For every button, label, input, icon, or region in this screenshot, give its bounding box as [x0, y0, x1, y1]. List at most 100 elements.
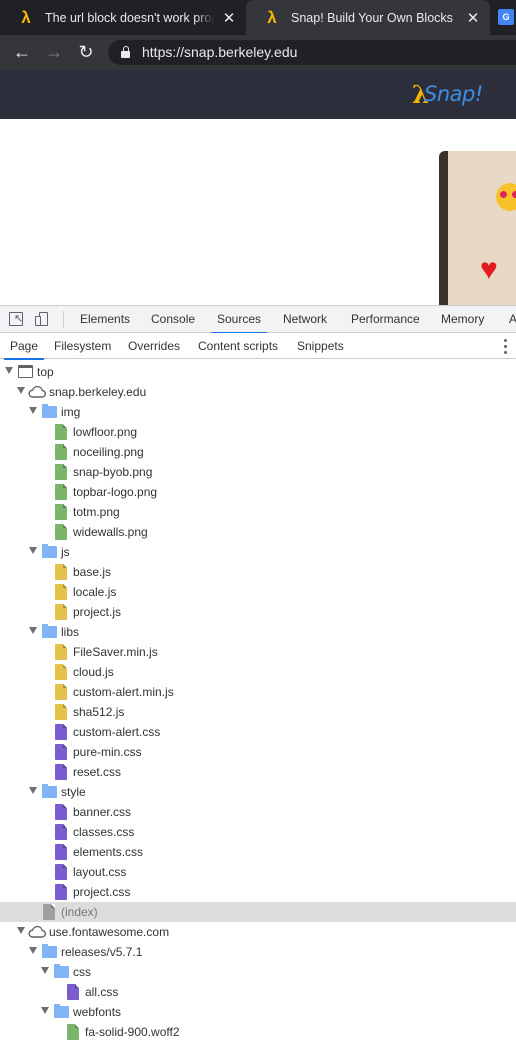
tree-item-file[interactable]: project.js: [0, 602, 516, 622]
tree-item-file[interactable]: topbar-logo.png: [0, 482, 516, 502]
inspect-element-icon[interactable]: [9, 312, 23, 326]
tree-item-file[interactable]: reset.css: [0, 762, 516, 782]
tab-elements[interactable]: Elements: [80, 306, 130, 333]
tree-item-label: use.fontawesome.com: [49, 925, 170, 939]
tree-item-file[interactable]: widewalls.png: [0, 522, 516, 542]
expand-arrow-icon[interactable]: [17, 387, 25, 394]
tab-sources[interactable]: Sources: [210, 306, 268, 334]
tree-item-top[interactable]: top: [0, 362, 516, 382]
tree-item-file[interactable]: snap-byob.png: [0, 462, 516, 482]
tree-item-label: layout.css: [73, 865, 127, 879]
tree-item-file[interactable]: project.css: [0, 882, 516, 902]
tree-item-folder[interactable]: img: [0, 402, 516, 422]
tree-item-folder[interactable]: webfonts: [0, 1002, 516, 1022]
expand-arrow-icon[interactable]: [41, 1007, 49, 1014]
tree-item-file[interactable]: lowfloor.png: [0, 422, 516, 442]
tab-overrides[interactable]: Overrides: [128, 333, 180, 359]
address-bar[interactable]: https://snap.berkeley.edu: [108, 40, 516, 65]
tree-item-label: sha512.js: [73, 705, 125, 719]
cloud-icon: [28, 386, 46, 398]
tree-item-file[interactable]: all.css: [0, 982, 516, 1002]
browser-tab-url-block[interactable]: λ The url block doesn't work properly ✕: [0, 0, 246, 35]
browser-tab-snap[interactable]: λ Snap! Build Your Own Blocks ✕: [246, 0, 490, 35]
tab-network[interactable]: Network: [283, 306, 327, 333]
tree-item-label: img: [61, 405, 81, 419]
tree-item-file[interactable]: FileSaver.min.js: [0, 642, 516, 662]
tree-item-index[interactable]: (index): [0, 902, 516, 922]
expand-arrow-icon[interactable]: [29, 947, 37, 954]
more-options-icon[interactable]: [504, 339, 508, 354]
tree-item-label: css: [73, 965, 91, 979]
tree-item-folder[interactable]: releases/v5.7.1: [0, 942, 516, 962]
tree-item-file[interactable]: noceiling.png: [0, 442, 516, 462]
tree-item-folder[interactable]: css: [0, 962, 516, 982]
tab-filesystem[interactable]: Filesystem: [54, 333, 111, 359]
tab-performance[interactable]: Performance: [351, 306, 420, 333]
expand-arrow-icon[interactable]: [5, 367, 13, 374]
site-header: λ Snap!: [0, 70, 516, 119]
document-file-icon: [43, 904, 55, 920]
reload-icon[interactable]: ↻: [75, 41, 97, 63]
tree-item-file[interactable]: locale.js: [0, 582, 516, 602]
expand-arrow-icon[interactable]: [29, 787, 37, 794]
tab-content-scripts[interactable]: Content scripts: [198, 333, 278, 359]
tab-title: The url block doesn't work properly: [45, 10, 214, 25]
folder-icon: [54, 1004, 69, 1018]
tree-item-file[interactable]: totm.png: [0, 502, 516, 522]
tree-item-label: custom-alert.css: [73, 725, 161, 739]
tree-item-label: webfonts: [73, 1005, 122, 1019]
tree-item-file[interactable]: sha512.js: [0, 702, 516, 722]
tab-console[interactable]: Console: [151, 306, 195, 333]
tree-item-domain[interactable]: snap.berkeley.edu: [0, 382, 516, 402]
tree-item-folder[interactable]: js: [0, 542, 516, 562]
cloud-icon: [28, 926, 46, 938]
tree-item-file[interactable]: elements.css: [0, 842, 516, 862]
site-content: ♥: [0, 119, 516, 311]
browser-tab-translate[interactable]: G: [490, 0, 516, 35]
tree-item-folder[interactable]: libs: [0, 622, 516, 642]
tree-item-label: reset.css: [73, 765, 122, 779]
devtools-panel: Elements Console Sources Network Perform…: [0, 305, 516, 1047]
font-file-icon: [67, 1024, 79, 1040]
tree-item-label: base.js: [73, 565, 112, 579]
frame-icon: [18, 365, 33, 378]
close-icon[interactable]: ✕: [462, 9, 484, 27]
tree-item-file[interactable]: base.js: [0, 562, 516, 582]
tree-item-file[interactable]: cloud.js: [0, 662, 516, 682]
tree-item-label: (index): [61, 905, 98, 919]
tab-page[interactable]: Page: [3, 333, 45, 360]
tab-snippets[interactable]: Snippets: [297, 333, 344, 359]
tree-item-file[interactable]: custom-alert.min.js: [0, 682, 516, 702]
tab-application[interactable]: A: [509, 306, 516, 333]
script-file-icon: [55, 564, 67, 580]
tree-item-file[interactable]: pure-min.css: [0, 742, 516, 762]
tree-item-file[interactable]: classes.css: [0, 822, 516, 842]
tree-item-label: totm.png: [73, 505, 120, 519]
image-file-icon: [55, 464, 67, 480]
tree-item-file[interactable]: banner.css: [0, 802, 516, 822]
script-file-icon: [55, 644, 67, 660]
tree-item-label: lowfloor.png: [73, 425, 138, 439]
tree-item-file[interactable]: custom-alert.css: [0, 722, 516, 742]
expand-arrow-icon[interactable]: [29, 407, 37, 414]
tree-item-file[interactable]: fa-solid-900.woff2: [0, 1022, 516, 1042]
tree-item-label: project.js: [73, 605, 122, 619]
tab-memory[interactable]: Memory: [441, 306, 484, 333]
url-text[interactable]: https://snap.berkeley.edu: [142, 40, 297, 65]
expand-arrow-icon[interactable]: [41, 967, 49, 974]
back-icon[interactable]: ←: [11, 41, 33, 63]
tree-item-label: classes.css: [73, 825, 135, 839]
expand-arrow-icon[interactable]: [29, 627, 37, 634]
tree-item-domain[interactable]: use.fontawesome.com: [0, 922, 516, 942]
folder-icon: [42, 404, 57, 418]
device-toolbar-icon[interactable]: [35, 312, 49, 326]
forward-icon[interactable]: →: [43, 41, 65, 63]
close-icon[interactable]: ✕: [218, 9, 240, 27]
lock-icon[interactable]: [121, 46, 130, 58]
expand-arrow-icon[interactable]: [17, 927, 25, 934]
tree-item-folder[interactable]: style: [0, 782, 516, 802]
stylesheet-file-icon: [55, 844, 67, 860]
expand-arrow-icon[interactable]: [29, 547, 37, 554]
tree-item-file[interactable]: layout.css: [0, 862, 516, 882]
snap-logo[interactable]: λ Snap!: [410, 78, 483, 110]
